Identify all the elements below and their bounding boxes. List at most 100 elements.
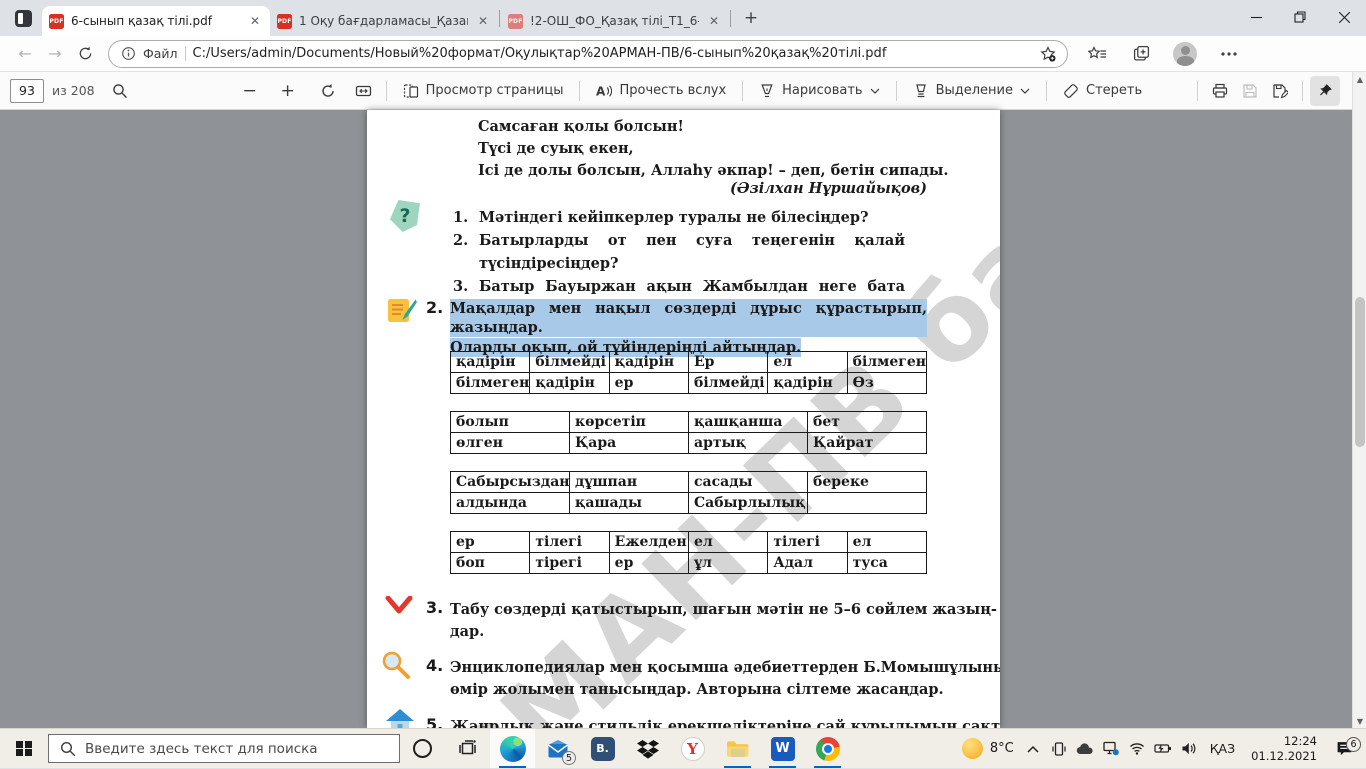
display-connect-icon[interactable] xyxy=(1098,729,1124,769)
table-row: алдындақашадыСабырлылық xyxy=(451,493,927,514)
table-cell: Өз xyxy=(847,373,926,394)
table-cell: Қара xyxy=(570,433,689,454)
wifi-icon[interactable] xyxy=(1124,729,1150,769)
word-table-4: ертілегіЕжелденелтілегіелбоптірегіерұлАд… xyxy=(450,531,927,574)
table-cell: ұл xyxy=(688,553,767,574)
notification-center-button[interactable]: 6 xyxy=(1325,741,1363,756)
highlight-button[interactable]: Выделение xyxy=(904,76,1039,106)
clock[interactable]: 12:24 01.12.2021 xyxy=(1243,734,1325,764)
tab-active-pdf[interactable]: PDF 6-сынып қазақ тілі.pdf ✕ xyxy=(42,6,270,36)
search-placeholder: Введите здесь текст для поиска xyxy=(85,741,318,757)
table-row: қадірінбілмейдіқадірінЕрелбілмеген xyxy=(451,352,927,373)
pdf-file-icon: PDF xyxy=(508,14,523,29)
collections-icon[interactable] xyxy=(1126,39,1156,69)
draw-button[interactable]: Нарисовать xyxy=(750,76,888,106)
toolbar-divider xyxy=(1197,81,1198,101)
tray-expand-icon[interactable] xyxy=(1020,729,1046,769)
close-button[interactable] xyxy=(1322,0,1366,34)
table-cell: білмеген xyxy=(847,352,926,373)
zoom-out-icon[interactable]: − xyxy=(235,76,265,106)
tab-title: 1 Оқу бағдарламасы_Қазақ тілі xyxy=(299,14,468,28)
page-number-input[interactable] xyxy=(10,79,44,103)
table-cell: ел xyxy=(688,532,767,553)
tab-close-icon[interactable]: ✕ xyxy=(247,13,263,29)
fit-width-icon[interactable] xyxy=(349,76,379,106)
mail-badge: 5 xyxy=(562,751,576,765)
taskbar-vk-button[interactable]: B. xyxy=(580,729,625,768)
tab-actions-button[interactable] xyxy=(10,5,36,31)
browser-menu-icon[interactable] xyxy=(1214,39,1244,69)
page-view-button[interactable]: Просмотр страницы xyxy=(394,76,573,106)
pin-toolbar-icon[interactable] xyxy=(1310,76,1340,106)
taskbar-search-box[interactable]: Введите здесь текст для поиска xyxy=(48,734,400,763)
highlight-label: Выделение xyxy=(936,83,1013,98)
table-cell: сасады xyxy=(689,472,808,493)
taskbar-chrome-button[interactable] xyxy=(805,729,850,768)
poem-line: Самсаған қолы болсын! xyxy=(478,116,948,138)
refresh-button[interactable] xyxy=(70,39,100,69)
speaker-icon[interactable] xyxy=(1176,729,1202,769)
add-favorite-icon[interactable] xyxy=(1035,41,1061,67)
table-cell: білмейді xyxy=(688,373,767,394)
table-row: болыпкөрсетіпқашқаншабет xyxy=(451,412,927,433)
taskbar-mail-button[interactable]: 5 xyxy=(535,729,580,768)
minimize-button[interactable] xyxy=(1234,0,1278,34)
profile-avatar[interactable] xyxy=(1170,39,1200,69)
tab-close-icon[interactable]: ✕ xyxy=(706,13,722,29)
rotate-icon[interactable] xyxy=(313,76,343,106)
draw-label: Нарисовать xyxy=(782,83,862,98)
scroll-down-arrow[interactable]: ▼ xyxy=(1353,714,1366,728)
table-cell: білмеген xyxy=(451,373,530,394)
phone-link-icon[interactable] xyxy=(1046,729,1072,769)
new-tab-button[interactable]: + xyxy=(738,5,764,31)
save-as-icon[interactable] xyxy=(1265,76,1295,106)
weather-sun-icon[interactable] xyxy=(960,729,986,769)
restore-button[interactable] xyxy=(1278,0,1322,34)
taskbar-edge-button[interactable] xyxy=(490,729,535,768)
keyboard-language[interactable]: ҚАЗ xyxy=(1202,741,1243,756)
cortana-icon xyxy=(413,739,432,758)
taskbar-word-button[interactable]: W xyxy=(760,729,805,768)
table-cell: тілегі xyxy=(768,532,847,553)
taskbar-dropbox-button[interactable] xyxy=(625,729,670,768)
draw-pen-icon xyxy=(759,83,775,99)
tab-osh-pdf[interactable]: PDF !2-ОШ_ФО_Қазақ тілі_Т1_6-сын ✕ xyxy=(501,6,729,36)
battery-icon[interactable] xyxy=(1150,729,1176,769)
task-text-line: Табу сөздерді қатыстырып, шағын мәтін не… xyxy=(450,600,997,619)
tab-close-icon[interactable]: ✕ xyxy=(475,13,491,29)
task-5-text: Жанрлық және стильдік ерекшеліктеріне са… xyxy=(450,717,1000,728)
cortana-button[interactable] xyxy=(400,729,445,768)
zoom-in-icon[interactable]: + xyxy=(273,76,303,106)
table-cell: ер xyxy=(451,532,530,553)
onedrive-cloud-icon[interactable] xyxy=(1072,729,1098,769)
save-icon[interactable] xyxy=(1235,76,1265,106)
url-field[interactable]: Файл C:/Users/admin/Documents/Новый%20фо… xyxy=(108,40,1068,68)
table-row: білмегенқадірінербілмейдіқадірінӨз xyxy=(451,373,927,394)
scroll-up-arrow[interactable]: ▲ xyxy=(1353,72,1366,86)
question-mark-icon: ? xyxy=(390,200,420,232)
temperature-label[interactable]: 8°C xyxy=(986,741,1020,756)
highlighted-text-line: Мақалдар мен нақыл сөздерді дұрыс құраст… xyxy=(450,299,927,337)
print-icon[interactable] xyxy=(1205,76,1235,106)
notification-badge: 6 xyxy=(1346,737,1361,752)
read-aloud-button[interactable]: A Прочесть вслух xyxy=(587,76,735,106)
erase-button[interactable]: Стереть xyxy=(1054,76,1151,106)
table-cell: қадірін xyxy=(530,373,609,394)
info-icon[interactable] xyxy=(121,46,136,61)
forward-button[interactable]: → xyxy=(40,39,70,69)
start-button[interactable] xyxy=(0,729,48,768)
scrollbar-thumb[interactable] xyxy=(1355,297,1365,447)
search-icon[interactable] xyxy=(105,76,135,106)
task-view-button[interactable] xyxy=(445,729,490,768)
file-explorer-icon xyxy=(726,739,750,759)
taskbar-yandex-button[interactable]: Y xyxy=(670,729,715,768)
system-tray: 8°C ҚАЗ 12:24 01.12.2021 6 xyxy=(960,729,1366,768)
back-button[interactable]: ← xyxy=(10,39,40,69)
vertical-scrollbar[interactable]: ▲ ▼ xyxy=(1352,72,1366,728)
tab-program-pdf[interactable]: PDF 1 Оқу бағдарламасы_Қазақ тілі ✕ xyxy=(270,6,498,36)
word-icon: W xyxy=(771,737,795,761)
favorites-bar-icon[interactable] xyxy=(1082,39,1112,69)
table-cell: өлген xyxy=(451,433,570,454)
table-cell: Қайрат xyxy=(808,433,927,454)
taskbar-explorer-button[interactable] xyxy=(715,729,760,768)
